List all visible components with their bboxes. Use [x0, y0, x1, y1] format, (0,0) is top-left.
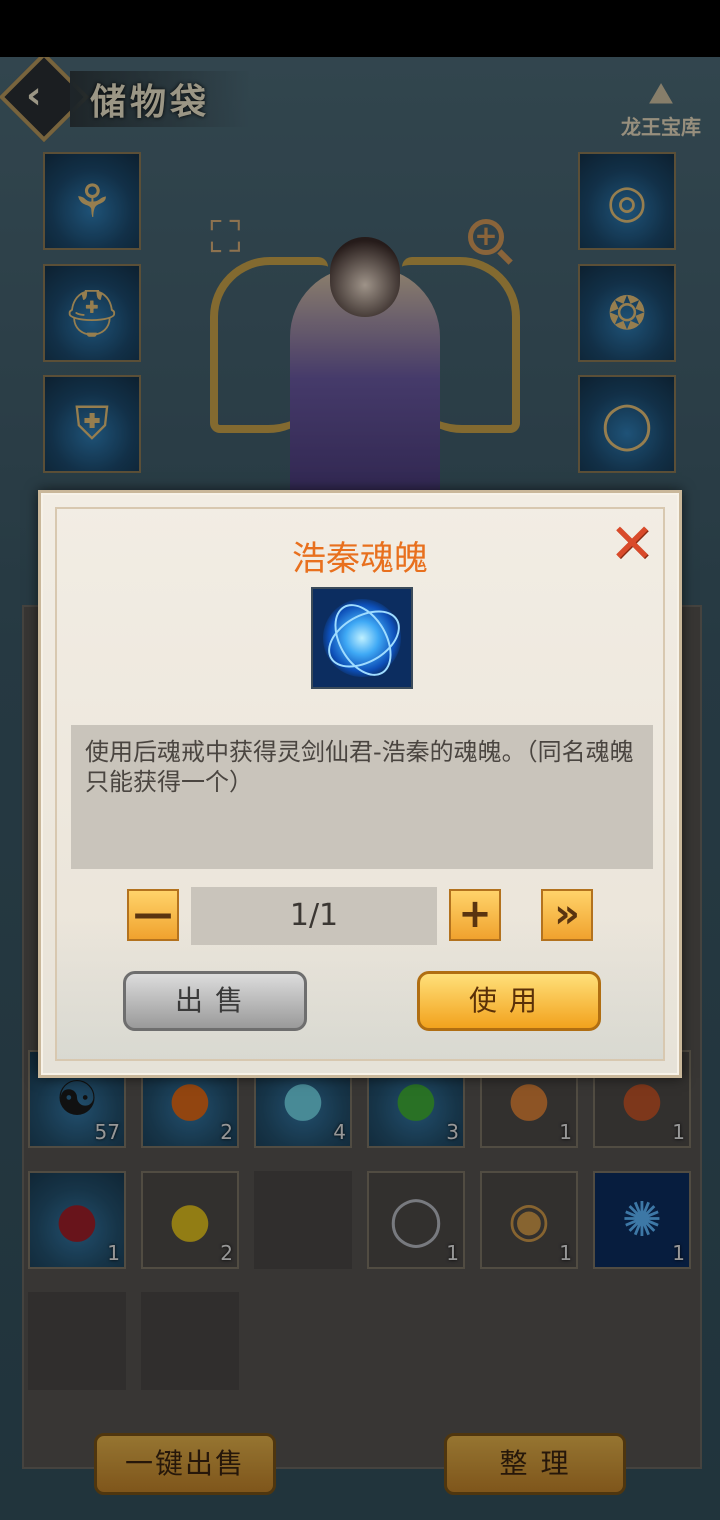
- soul-orb-item-icon: [311, 587, 413, 689]
- quantity-field[interactable]: 1/1: [191, 887, 437, 945]
- status-bar: [0, 0, 720, 57]
- use-button[interactable]: 使用: [417, 971, 601, 1031]
- item-name: 浩秦魂魄: [292, 539, 428, 579]
- close-icon[interactable]: ✕: [607, 517, 657, 571]
- sell-button[interactable]: 出售: [123, 971, 307, 1031]
- max-quantity-button[interactable]: »: [541, 889, 593, 941]
- decrease-button[interactable]: —: [127, 889, 179, 941]
- item-description: 使用后魂戒中获得灵剑仙君-浩秦的魂魄。（同名魂魄只能获得一个）: [71, 725, 653, 869]
- increase-button[interactable]: +: [449, 889, 501, 941]
- item-detail-dialog: 浩秦魂魄 ✕ 使用后魂戒中获得灵剑仙君-浩秦的魂魄。（同名魂魄只能获得一个） —…: [38, 490, 682, 1078]
